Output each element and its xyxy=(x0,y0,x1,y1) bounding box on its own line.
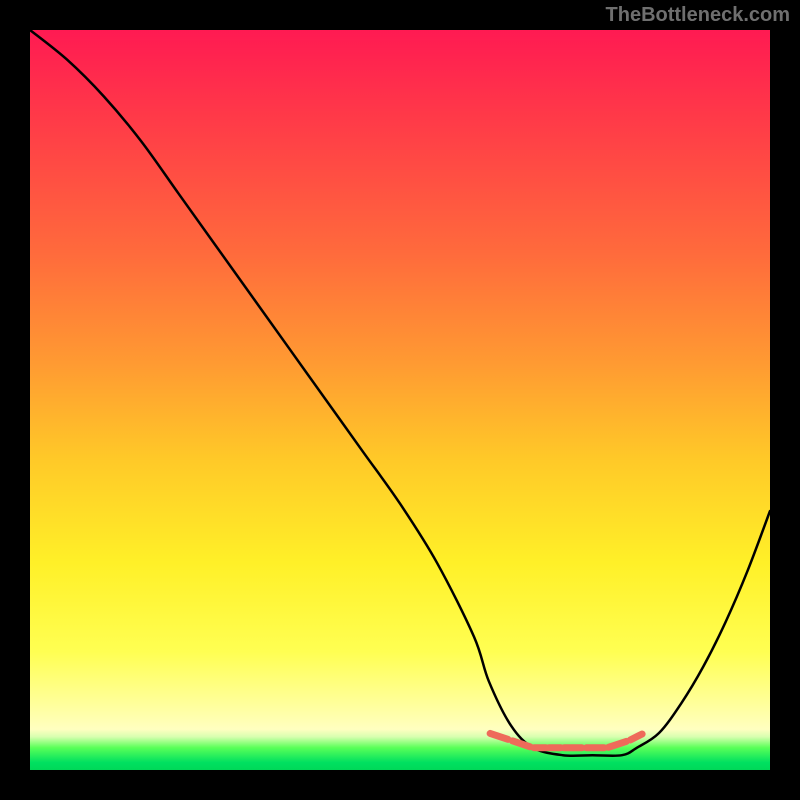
watermark-text: TheBottleneck.com xyxy=(606,4,790,27)
optimal-range-segment xyxy=(630,734,642,740)
bottleneck-curve xyxy=(30,30,770,756)
plot-area xyxy=(30,30,770,770)
optimal-range-segment xyxy=(490,733,508,739)
optimal-range-segment xyxy=(512,741,530,747)
curve-overlay xyxy=(30,30,770,770)
chart-container: TheBottleneck.com xyxy=(0,0,800,800)
optimal-range-segment xyxy=(609,741,627,747)
